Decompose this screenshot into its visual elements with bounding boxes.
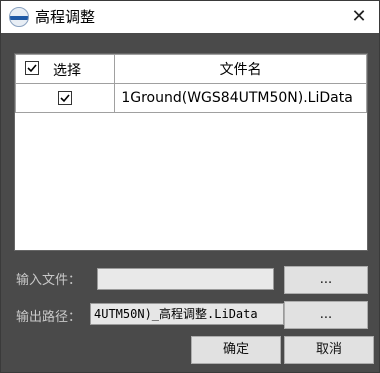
row-select-cell[interactable] [14,83,116,113]
file-table-panel: 选择 文件名 1Ground(WGS84UTM50N).LiData [14,53,368,251]
app-logo-icon [9,7,29,27]
table-row[interactable]: 1Ground(WGS84UTM50N).LiData [14,83,367,113]
select-column-header[interactable]: 选择 [14,54,116,84]
row-file-name: 1Ground(WGS84UTM50N).LiData [114,83,367,113]
input-file-label: 输入文件： [16,273,82,288]
elevation-adjust-dialog: 高程调整 ✕ 选择 文件名 1Ground(WGS84UTM50N).LiDat… [0,0,380,373]
select-column-label: 选择 [53,63,81,79]
ok-button[interactable]: 确定 [191,336,281,364]
close-button[interactable]: ✕ [347,5,371,29]
check-icon [27,64,37,73]
file-name-column-header[interactable]: 文件名 [114,54,367,84]
input-file-field[interactable] [97,268,274,290]
file-table: 选择 文件名 1Ground(WGS84UTM50N).LiData [14,54,367,113]
check-icon [60,94,70,103]
output-browse-button[interactable]: ... [284,301,368,329]
select-all-checkbox[interactable] [25,61,39,75]
output-path-label: 输出路径： [16,310,82,325]
output-path-field[interactable]: 4UTM50N)_高程调整.LiData [90,303,284,325]
cancel-button[interactable]: 取消 [284,336,374,364]
row-checkbox[interactable] [58,91,72,105]
title-bar: 高程调整 ✕ [1,1,379,33]
table-header-row: 选择 文件名 [14,54,367,84]
dialog-title: 高程调整 [35,8,96,26]
input-browse-button[interactable]: ... [284,266,368,294]
